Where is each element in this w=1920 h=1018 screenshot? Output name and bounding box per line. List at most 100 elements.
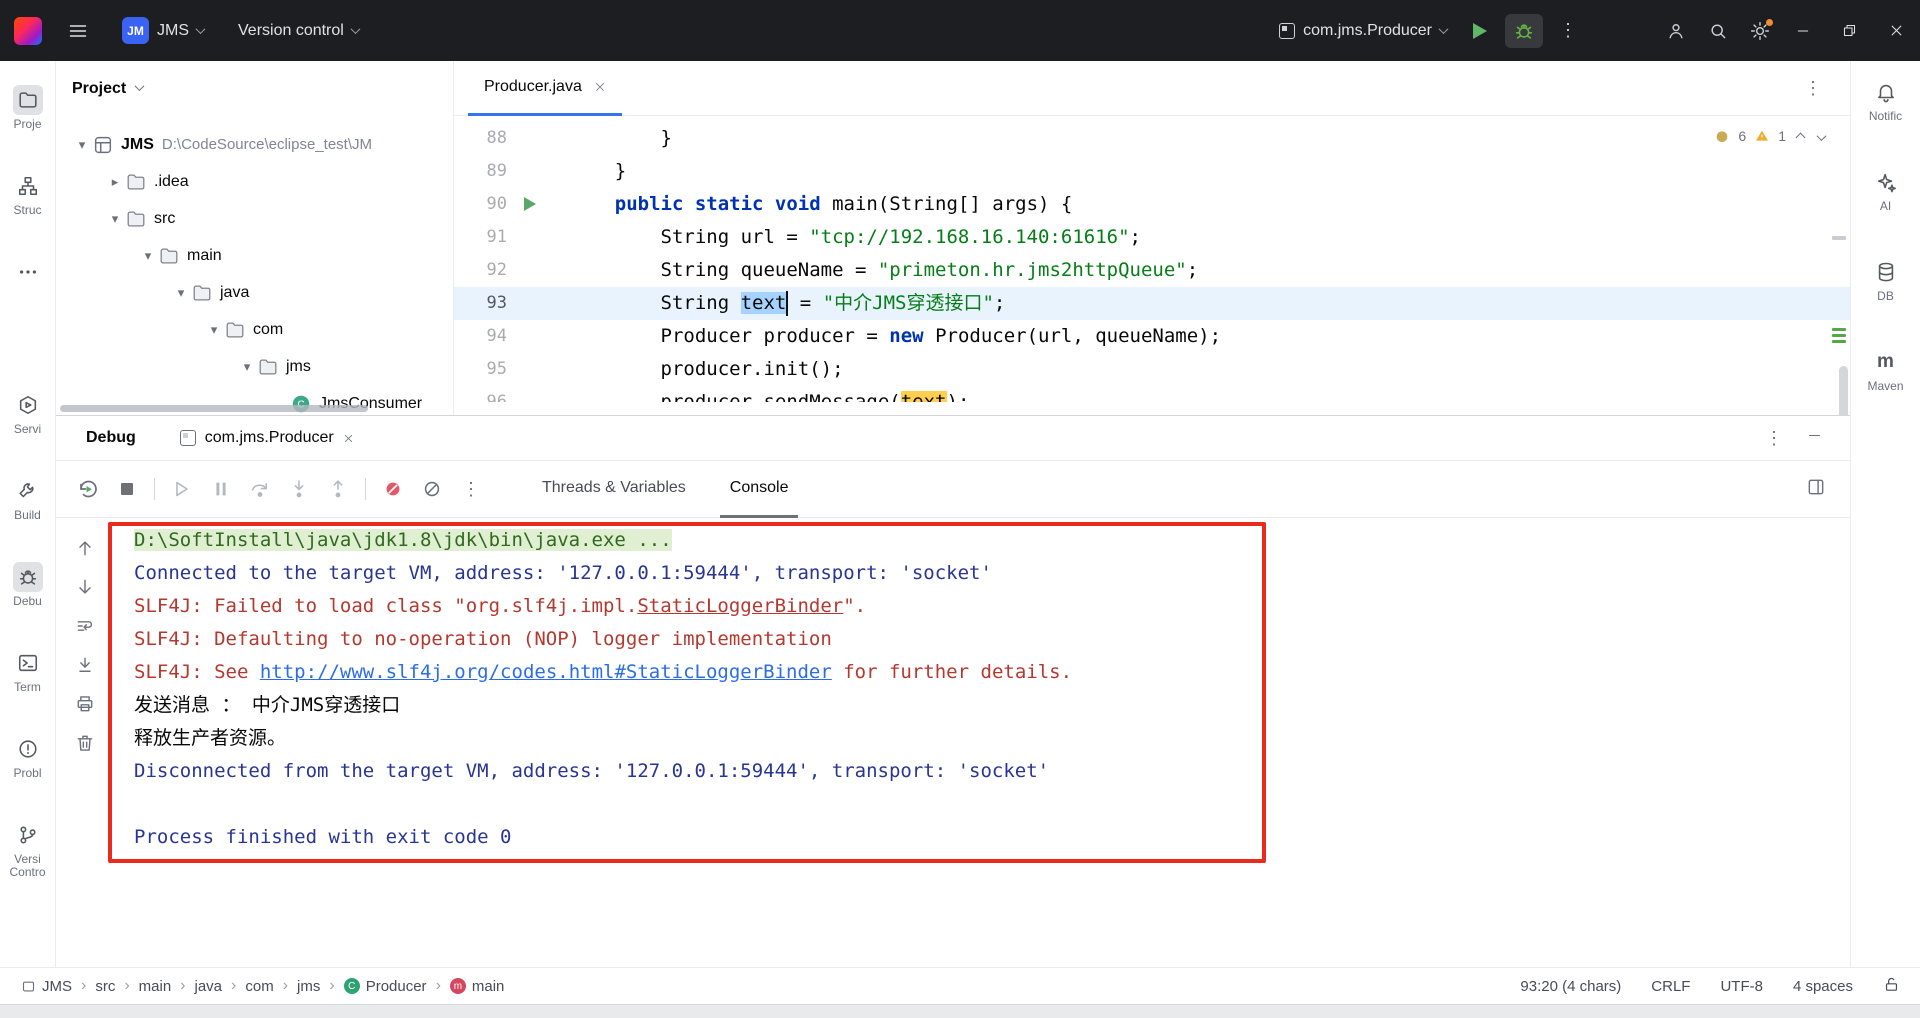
console-line-6[interactable]: 发送消息 ： 中介JMS穿透接口 bbox=[134, 689, 1850, 722]
stripe-notifications[interactable]: Notific bbox=[1869, 77, 1902, 123]
project-widget[interactable]: JM JMS bbox=[114, 11, 212, 50]
debug-options-kebab[interactable]: ⋮ bbox=[1765, 428, 1783, 449]
tree-item-main[interactable]: ▾main bbox=[56, 237, 453, 274]
breadcrumb-main[interactable]: mmain bbox=[450, 978, 505, 995]
clear-all-button[interactable] bbox=[75, 733, 95, 753]
chevron-right-icon[interactable]: ▸ bbox=[105, 174, 125, 190]
caret-position[interactable]: 93:20 (4 chars) bbox=[1520, 978, 1621, 995]
code-line-89[interactable]: 89 } bbox=[454, 155, 1850, 188]
readonly-lock-button[interactable] bbox=[1883, 976, 1900, 997]
console-line-4[interactable]: SLF4J: Defaulting to no-operation (NOP) … bbox=[134, 623, 1850, 656]
breadcrumb-src[interactable]: src bbox=[95, 978, 115, 995]
view-breakpoints-button[interactable] bbox=[420, 477, 444, 501]
previous-highlight-button[interactable] bbox=[1794, 128, 1807, 144]
chevron-down-icon[interactable]: ▾ bbox=[204, 322, 224, 338]
scroll-to-end-button[interactable] bbox=[75, 655, 95, 675]
run-gutter-icon[interactable] bbox=[524, 197, 536, 211]
breadcrumb-jms[interactable]: jms bbox=[297, 978, 320, 995]
step-over-button[interactable] bbox=[248, 477, 272, 501]
step-into-button[interactable] bbox=[287, 477, 311, 501]
console-line-8[interactable]: Disconnected from the target VM, address… bbox=[134, 755, 1850, 788]
console-line-3[interactable]: SLF4J: Failed to load class "org.slf4j.i… bbox=[134, 590, 1850, 623]
close-tab-icon[interactable] bbox=[594, 81, 606, 93]
stripe-ai-assistant[interactable]: AI bbox=[1871, 167, 1901, 213]
stripe-terminal[interactable]: Term bbox=[13, 648, 43, 694]
editor-gutter[interactable]: 94 bbox=[454, 320, 569, 353]
stripe-more[interactable] bbox=[13, 257, 43, 290]
editor-options-kebab[interactable]: ⋮ bbox=[1804, 78, 1822, 99]
close-tab-icon[interactable] bbox=[343, 433, 354, 444]
tree-item-jms[interactable]: ▾jms bbox=[56, 348, 453, 385]
code-line-90[interactable]: 90 public static void main(String[] args… bbox=[454, 188, 1850, 221]
code-line-91[interactable]: 91 String url = "tcp://192.168.16.140:61… bbox=[454, 221, 1850, 254]
chevron-down-icon[interactable]: ▾ bbox=[72, 137, 92, 153]
tab-threads-variables[interactable]: Threads & Variables bbox=[532, 461, 696, 518]
stripe-structure[interactable]: Struc bbox=[13, 171, 43, 217]
tree-item-src[interactable]: ▾src bbox=[56, 200, 453, 237]
layout-settings-button[interactable] bbox=[1806, 477, 1826, 502]
code-area[interactable]: 6 1 88 }89 }90 public static void main(S bbox=[454, 116, 1850, 415]
soft-wrap-button[interactable] bbox=[75, 616, 95, 636]
editor-scrollbar-thumb[interactable] bbox=[1839, 366, 1848, 415]
restore-button[interactable] bbox=[1826, 0, 1873, 61]
stripe-project[interactable]: Proje bbox=[13, 85, 43, 131]
console-line-5[interactable]: SLF4J: See http://www.slf4j.org/codes.ht… bbox=[134, 656, 1850, 689]
code-line-88[interactable]: 88 } bbox=[454, 122, 1850, 155]
editor-gutter[interactable]: 89 bbox=[454, 155, 569, 188]
editor-gutter[interactable]: 91 bbox=[454, 221, 569, 254]
tree-item-.idea[interactable]: ▸.idea bbox=[56, 163, 453, 200]
console-line-10[interactable]: Process finished with exit code 0 bbox=[134, 821, 1850, 854]
breadcrumb-Producer[interactable]: CProducer bbox=[344, 978, 427, 995]
mute-breakpoints-button[interactable] bbox=[381, 477, 405, 501]
step-out-button[interactable] bbox=[326, 477, 350, 501]
breadcrumb-java[interactable]: java bbox=[195, 978, 223, 995]
close-button[interactable] bbox=[1873, 0, 1920, 61]
rerun-button[interactable] bbox=[76, 477, 100, 501]
tree-item-com[interactable]: ▾com bbox=[56, 311, 453, 348]
editor-gutter[interactable]: 95 bbox=[454, 353, 569, 386]
debug-toolbar-kebab[interactable]: ⋮ bbox=[459, 477, 483, 501]
debug-session-tab[interactable]: com.jms.Producer bbox=[180, 429, 354, 447]
stripe-build[interactable]: Build bbox=[13, 476, 43, 522]
settings-button[interactable] bbox=[1741, 14, 1779, 48]
more-actions-button[interactable]: ⋮ bbox=[1549, 14, 1587, 48]
stripe-debug[interactable]: Debu bbox=[13, 562, 43, 608]
hide-tool-window-button[interactable] bbox=[1807, 428, 1822, 449]
tab-console[interactable]: Console bbox=[720, 461, 799, 518]
code-line-95[interactable]: 95 producer.init(); bbox=[454, 353, 1850, 386]
editor-gutter[interactable]: 93 bbox=[454, 287, 569, 320]
chevron-down-icon[interactable]: ▾ bbox=[105, 211, 125, 227]
inspections-widget[interactable]: 6 1 bbox=[1714, 128, 1828, 144]
indent-selector[interactable]: 4 spaces bbox=[1793, 978, 1853, 995]
encoding-selector[interactable]: UTF-8 bbox=[1720, 978, 1763, 995]
up-stack-button[interactable] bbox=[75, 538, 95, 558]
console-output[interactable]: D:\SoftInstall\java\jdk1.8\jdk\bin\java.… bbox=[114, 518, 1850, 967]
stripe-database[interactable]: DB bbox=[1871, 257, 1901, 303]
console-line-2[interactable]: Connected to the target VM, address: '12… bbox=[134, 557, 1850, 590]
next-highlight-button[interactable] bbox=[1815, 128, 1828, 144]
tree-item-JMS[interactable]: ▾JMSD:\CodeSource\eclipse_test\JM bbox=[56, 126, 453, 163]
editor-gutter[interactable]: 90 bbox=[454, 188, 569, 221]
stop-button[interactable] bbox=[115, 477, 139, 501]
breadcrumb-JMS[interactable]: JMS bbox=[20, 978, 72, 995]
run-configuration-selector[interactable]: com.jms.Producer bbox=[1271, 16, 1455, 46]
print-button[interactable] bbox=[75, 694, 95, 714]
project-horizontal-scrollbar[interactable] bbox=[60, 405, 368, 412]
main-menu-button[interactable] bbox=[60, 15, 96, 47]
search-everywhere-button[interactable] bbox=[1699, 14, 1737, 48]
stripe-problems[interactable]: Probl bbox=[13, 734, 43, 780]
code-line-93[interactable]: 93 String text = "中介JMS穿透接口"; bbox=[454, 287, 1850, 320]
pause-button[interactable] bbox=[209, 477, 233, 501]
console-line-9[interactable] bbox=[134, 788, 1850, 821]
code-with-me-button[interactable] bbox=[1657, 14, 1695, 48]
code-line-94[interactable]: 94 Producer producer = new Producer(url,… bbox=[454, 320, 1850, 353]
vcs-widget[interactable]: Version control bbox=[230, 16, 367, 46]
project-panel-header[interactable]: Project bbox=[56, 61, 453, 116]
tree-item-java[interactable]: ▾java bbox=[56, 274, 453, 311]
console-line-1[interactable]: D:\SoftInstall\java\jdk1.8\jdk\bin\java.… bbox=[134, 524, 1850, 557]
console-line-7[interactable]: 释放生产者资源。 bbox=[134, 722, 1850, 755]
chevron-down-icon[interactable]: ▾ bbox=[237, 359, 257, 375]
stripe-maven[interactable]: m Maven bbox=[1867, 347, 1903, 393]
editor-gutter[interactable]: 88 bbox=[454, 122, 569, 155]
tab-producer-java[interactable]: Producer.java bbox=[468, 61, 622, 116]
